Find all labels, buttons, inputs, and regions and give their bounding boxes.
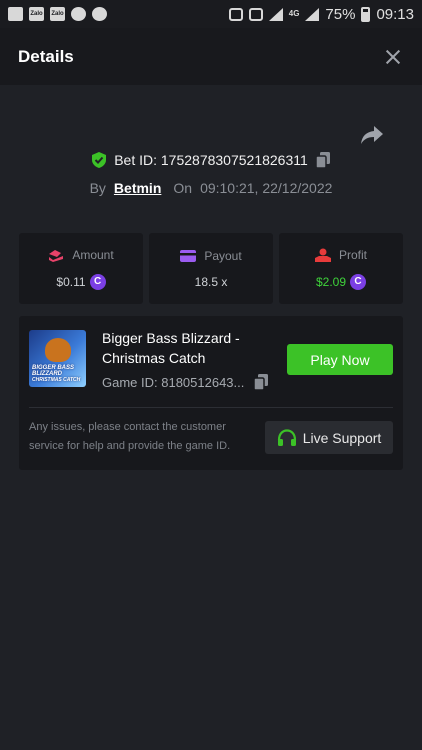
alarm-icon (228, 7, 243, 21)
zalo-icon: Zalo (29, 7, 44, 21)
game-thumbnail-logo: BIGGER BASS BLIZZARD CHRISTMAS CATCH (32, 365, 81, 383)
copy-icon[interactable] (315, 152, 330, 168)
divider (29, 407, 393, 408)
share-icon[interactable] (360, 124, 384, 146)
fish-illustration (45, 338, 71, 362)
signal-icon (305, 7, 320, 21)
details-header: Details (0, 28, 422, 85)
battery-icon (361, 6, 371, 22)
live-support-button[interactable]: Live Support (265, 421, 393, 454)
stat-payout: Payout 18.5 x (149, 233, 273, 304)
stat-value: 18.5 x (194, 274, 228, 289)
coin-icon: C (350, 273, 367, 290)
game-title: Bigger Bass Blizzard - Christmas Catch (102, 330, 240, 366)
user-link[interactable]: Betmin (114, 180, 161, 196)
amount-icon (49, 249, 64, 262)
live-support-label: Live Support (302, 429, 382, 446)
chat-icon (8, 7, 23, 21)
bet-id-row: Bet ID: 1752878307521826311 (0, 152, 422, 168)
status-bar: Zalo Zalo 4G 75% 09:13 (0, 0, 422, 28)
support-notice: Any issues, please contact the customer … (29, 421, 231, 452)
stat-amount: Amount $0.11 C (19, 233, 143, 304)
profit-icon (314, 248, 331, 262)
stat-label: Payout (204, 248, 242, 263)
game-id-row: Game ID: 8180512643... (102, 374, 269, 390)
coin-icon: C (89, 273, 106, 290)
account-icon (71, 7, 86, 21)
stat-label: Profit (338, 247, 367, 262)
battery-level: 75% (325, 5, 356, 23)
payout-card-icon (180, 249, 197, 262)
network-type: 4G (288, 9, 300, 18)
screenshot-icon (248, 7, 263, 21)
clock: 09:13 (376, 5, 414, 23)
page-title: Details (18, 46, 74, 66)
stat-profit: Profit $2.09 C (279, 233, 403, 304)
stat-value: $2.09 (315, 274, 347, 289)
headset-icon (277, 428, 296, 446)
close-icon[interactable] (382, 46, 404, 68)
bet-id: Bet ID: 1752878307521826311 (114, 152, 308, 168)
timer-icon (92, 7, 107, 21)
stat-value: $0.11 (56, 274, 86, 289)
stat-label: Amount (72, 247, 114, 262)
bet-stats: Amount $0.11 C Payout 18.5 x Profit $2.0… (19, 233, 403, 304)
game-thumbnail[interactable]: BIGGER BASS BLIZZARD CHRISTMAS CATCH (29, 330, 86, 387)
shield-check-icon (92, 152, 107, 168)
game-id: Game ID: 8180512643... (102, 374, 245, 390)
by-label: By (89, 180, 106, 196)
bet-author-row: By Betmin On 09:10:21, 22/12/2022 (0, 180, 422, 196)
bet-datetime: 09:10:21, 22/12/2022 (200, 180, 333, 196)
game-card: BIGGER BASS BLIZZARD CHRISTMAS CATCH Big… (19, 316, 403, 470)
zalo-icon: Zalo (50, 7, 65, 21)
signal-icon (268, 7, 283, 21)
play-now-button[interactable]: Play Now (287, 344, 393, 375)
copy-icon[interactable] (254, 374, 269, 390)
on-label: On (173, 180, 193, 196)
